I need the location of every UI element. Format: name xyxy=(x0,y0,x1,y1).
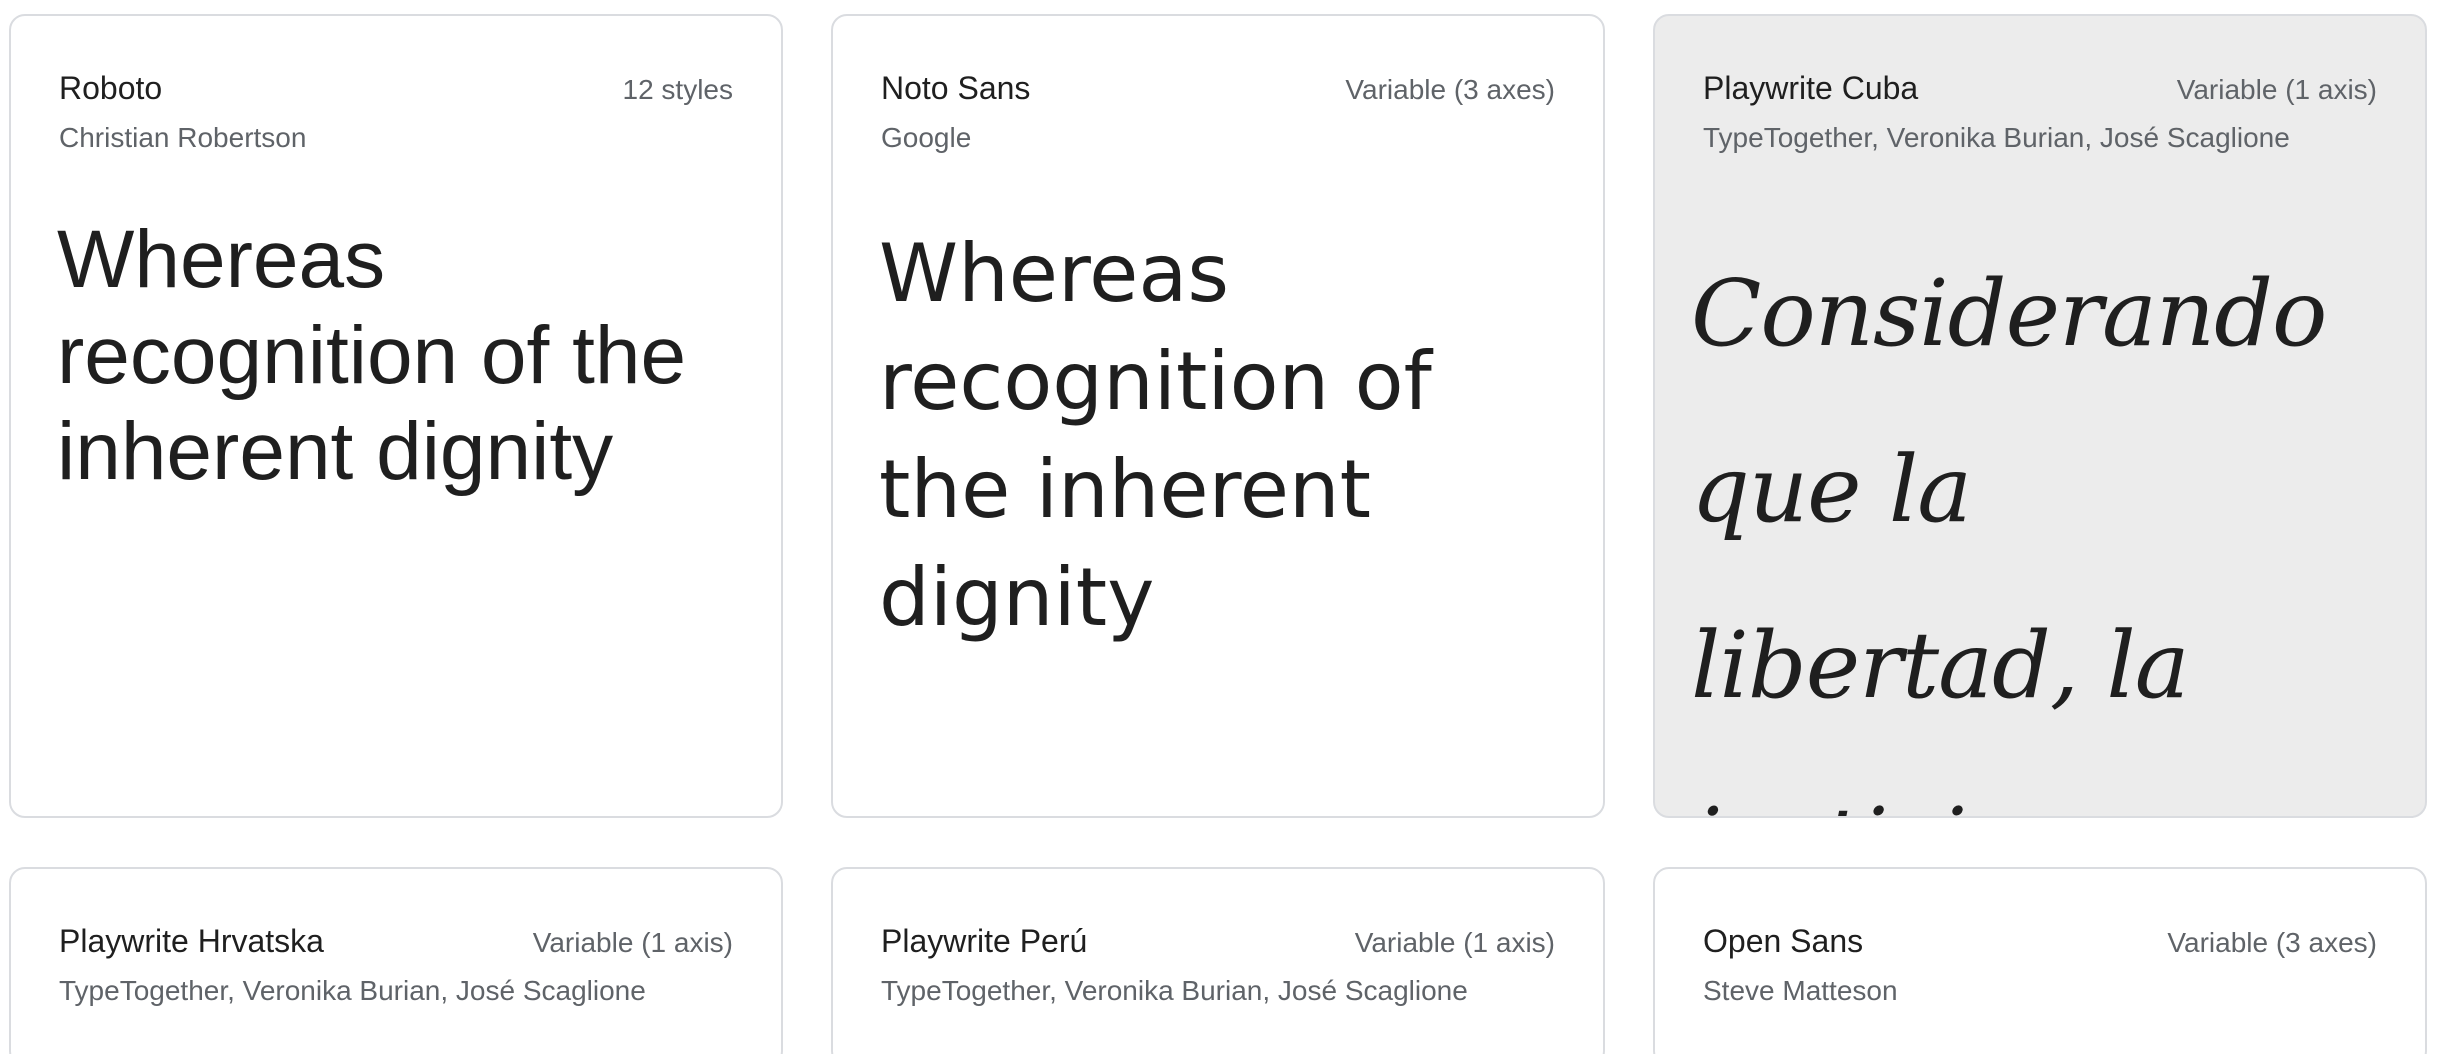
card-header: Playwrite Hrvatska Variable (1 axis) xyxy=(59,923,733,963)
font-card-playwrite-peru[interactable]: Playwrite Perú Variable (1 axis) TypeTog… xyxy=(831,867,1605,1054)
font-family-name: Playwrite Cuba xyxy=(1703,70,1919,106)
font-styles-count: Variable (3 axes) xyxy=(2167,927,2377,958)
font-designer: TypeTogether, Veronika Burian, José Scag… xyxy=(59,975,646,1006)
card-header: Playwrite Cuba Variable (1 axis) xyxy=(1703,70,2377,110)
font-designer: Google xyxy=(881,122,972,153)
font-card-playwrite-hrvatska[interactable]: Playwrite Hrvatska Variable (1 axis) Typ… xyxy=(9,867,783,1054)
card-header: Open Sans Variable (3 axes) xyxy=(1703,923,2377,963)
font-styles-count: Variable (1 axis) xyxy=(2176,74,2377,105)
font-styles-count: Variable (3 axes) xyxy=(1345,74,1555,105)
card-header: Noto Sans Variable (3 axes) xyxy=(881,70,1555,110)
font-styles-count: Variable (1 axis) xyxy=(1354,927,1555,958)
font-family-name: Open Sans xyxy=(1703,923,1864,959)
font-designer: TypeTogether, Veronika Burian, José Scag… xyxy=(881,975,1468,1006)
font-card-roboto[interactable]: Roboto 12 styles Christian Robertson Whe… xyxy=(9,14,783,818)
font-family-name: Playwrite Perú xyxy=(881,923,1088,959)
card-header: Playwrite Perú Variable (1 axis) xyxy=(881,923,1555,963)
font-family-name: Noto Sans xyxy=(881,70,1031,106)
font-card-noto-sans[interactable]: Noto Sans Variable (3 axes) Google Where… xyxy=(831,14,1605,818)
card-header: Roboto 12 styles xyxy=(59,70,733,110)
font-family-name: Playwrite Hrvatska xyxy=(59,923,324,959)
font-styles-count: 12 styles xyxy=(622,74,734,105)
font-card-grid: Roboto 12 styles Christian Robertson Whe… xyxy=(0,0,2463,1054)
font-sample-text: Whereas recognition of the inherent dign… xyxy=(57,214,687,497)
font-sample-text: Considerando que la libertad, la justici… xyxy=(1691,260,2327,816)
font-designer: TypeTogether, Veronika Burian, José Scag… xyxy=(1703,122,2290,153)
font-family-name: Roboto xyxy=(59,70,163,106)
font-sample-text: Whereas recognition of the inherent dign… xyxy=(879,227,1432,644)
font-designer: Steve Matteson xyxy=(1703,975,1898,1006)
font-card-playwrite-cuba[interactable]: Playwrite Cuba Variable (1 axis) TypeTog… xyxy=(1653,14,2427,818)
font-designer: Christian Robertson xyxy=(59,122,307,153)
font-styles-count: Variable (1 axis) xyxy=(532,927,733,958)
font-card-open-sans[interactable]: Open Sans Variable (3 axes) Steve Mattes… xyxy=(1653,867,2427,1054)
